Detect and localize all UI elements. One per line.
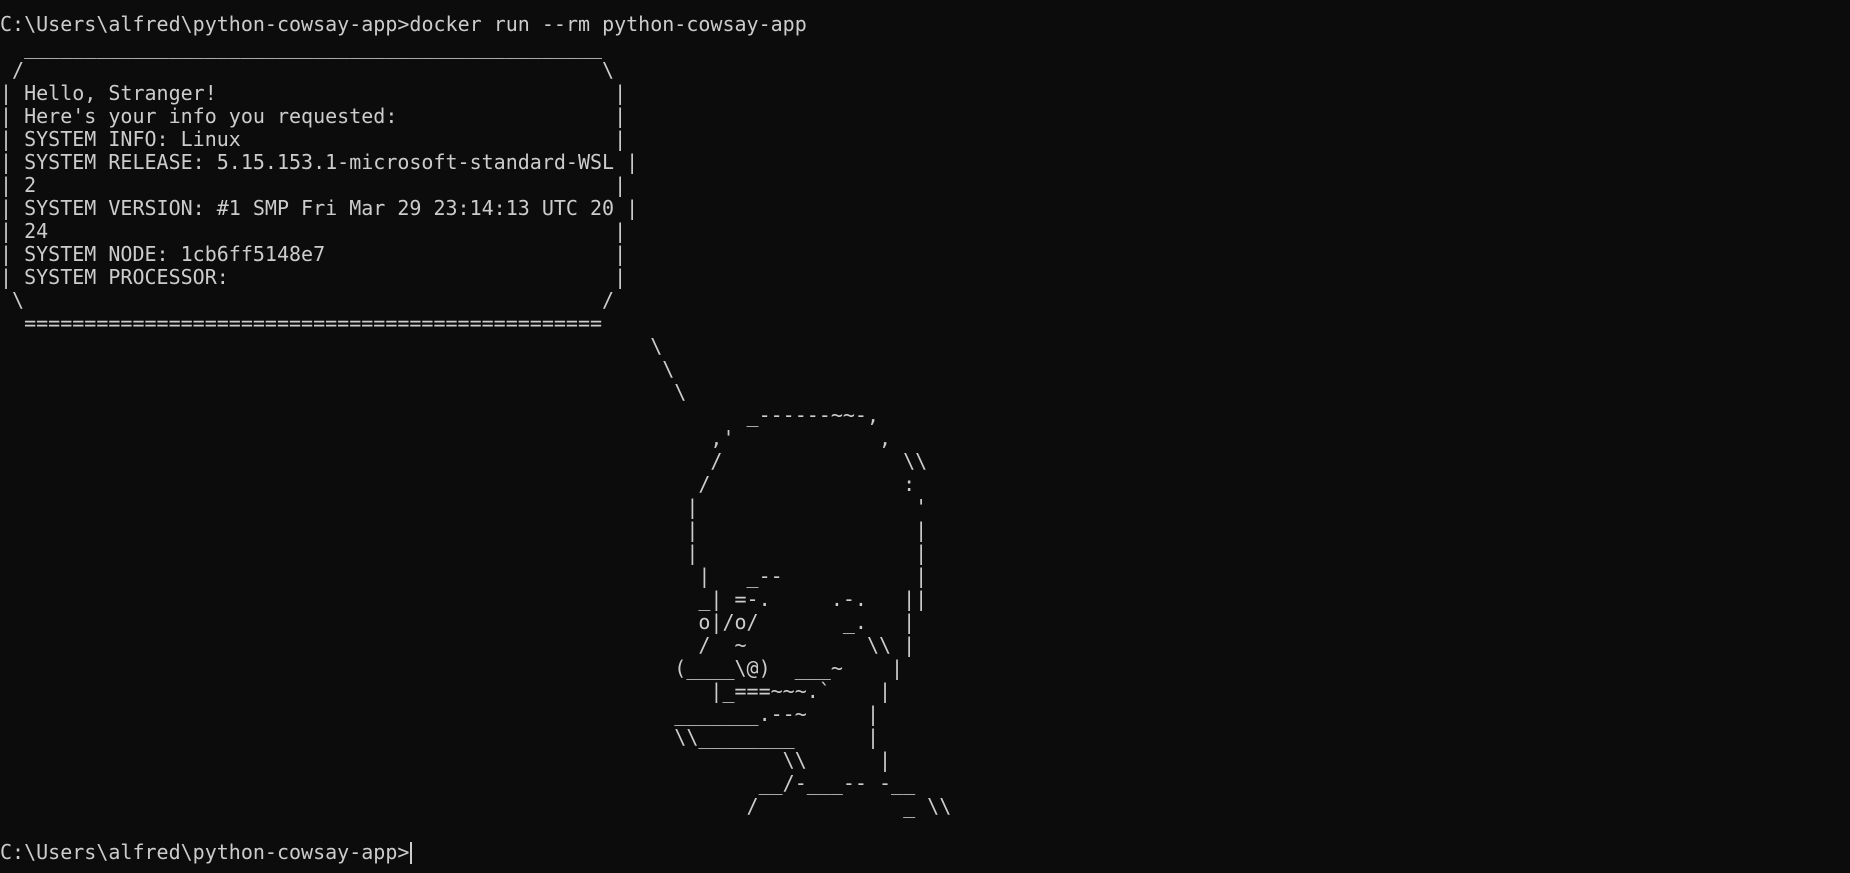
output-line: / : (0, 472, 916, 496)
output-line: |_===~~~.` | (0, 679, 892, 703)
output-line: | SYSTEM VERSION: #1 SMP Fri Mar 29 23:1… (0, 196, 639, 220)
output-line: | ' (0, 495, 928, 519)
terminal-window[interactable]: C:\Users\alfred\python-cowsay-app> docker… (0, 0, 1850, 873)
final-prompt: C:\Users\alfred\python-cowsay-app> (0, 840, 410, 864)
output-line: _______.--~ | (0, 702, 879, 726)
output-line: / ~ \\ | (0, 633, 916, 657)
output-line: / _ \\ (0, 794, 952, 818)
text-cursor (410, 841, 413, 864)
command-text: docker run --rm python-cowsay-app (409, 12, 807, 36)
input-line[interactable]: C:\Users\alfred\python-cowsay-app> (0, 841, 1850, 864)
output-line: __/-___-- -__ (0, 771, 916, 795)
output-line: | | (0, 518, 928, 542)
output-line: \ / (0, 288, 615, 312)
output-line: / \ (0, 58, 615, 82)
output-line: \ (0, 380, 687, 404)
output-line: o|/o/ _. | (0, 610, 916, 634)
command-prompt: C:\Users\alfred\python-cowsay-app> (0, 12, 410, 36)
output-line: _------~~-, (0, 403, 879, 427)
output-line: | _-- | (0, 564, 928, 588)
output-line: | Here's your info you requested: | (0, 104, 627, 128)
output-line: | SYSTEM INFO: Linux | (0, 127, 627, 151)
output-line: _| =-. .-. || (0, 587, 928, 611)
output-line: ,' , (0, 426, 892, 450)
output-line: \\________ | (0, 725, 879, 749)
command-line: C:\Users\alfred\python-cowsay-app> docker… (0, 13, 1850, 36)
output-line: | Hello, Stranger! | (0, 81, 627, 105)
output-line: ________________________________________… (0, 35, 603, 59)
output-line: \\ | (0, 748, 892, 772)
output-line: / \\ (0, 449, 928, 473)
output-line: | SYSTEM PROCESSOR: | (0, 265, 627, 289)
output-line: | | (0, 541, 928, 565)
command-output: ________________________________________… (0, 36, 1850, 841)
output-line: (____\@) ___~ | (0, 656, 904, 680)
output-line: | 2 | (0, 173, 627, 197)
output-line: | SYSTEM RELEASE: 5.15.153.1-microsoft-s… (0, 150, 639, 174)
output-line: ========================================… (0, 311, 603, 335)
output-line: \ (0, 357, 675, 381)
output-line: \ (0, 334, 663, 358)
output-line: | 24 | (0, 219, 627, 243)
output-line: | SYSTEM NODE: 1cb6ff5148e7 | (0, 242, 627, 266)
